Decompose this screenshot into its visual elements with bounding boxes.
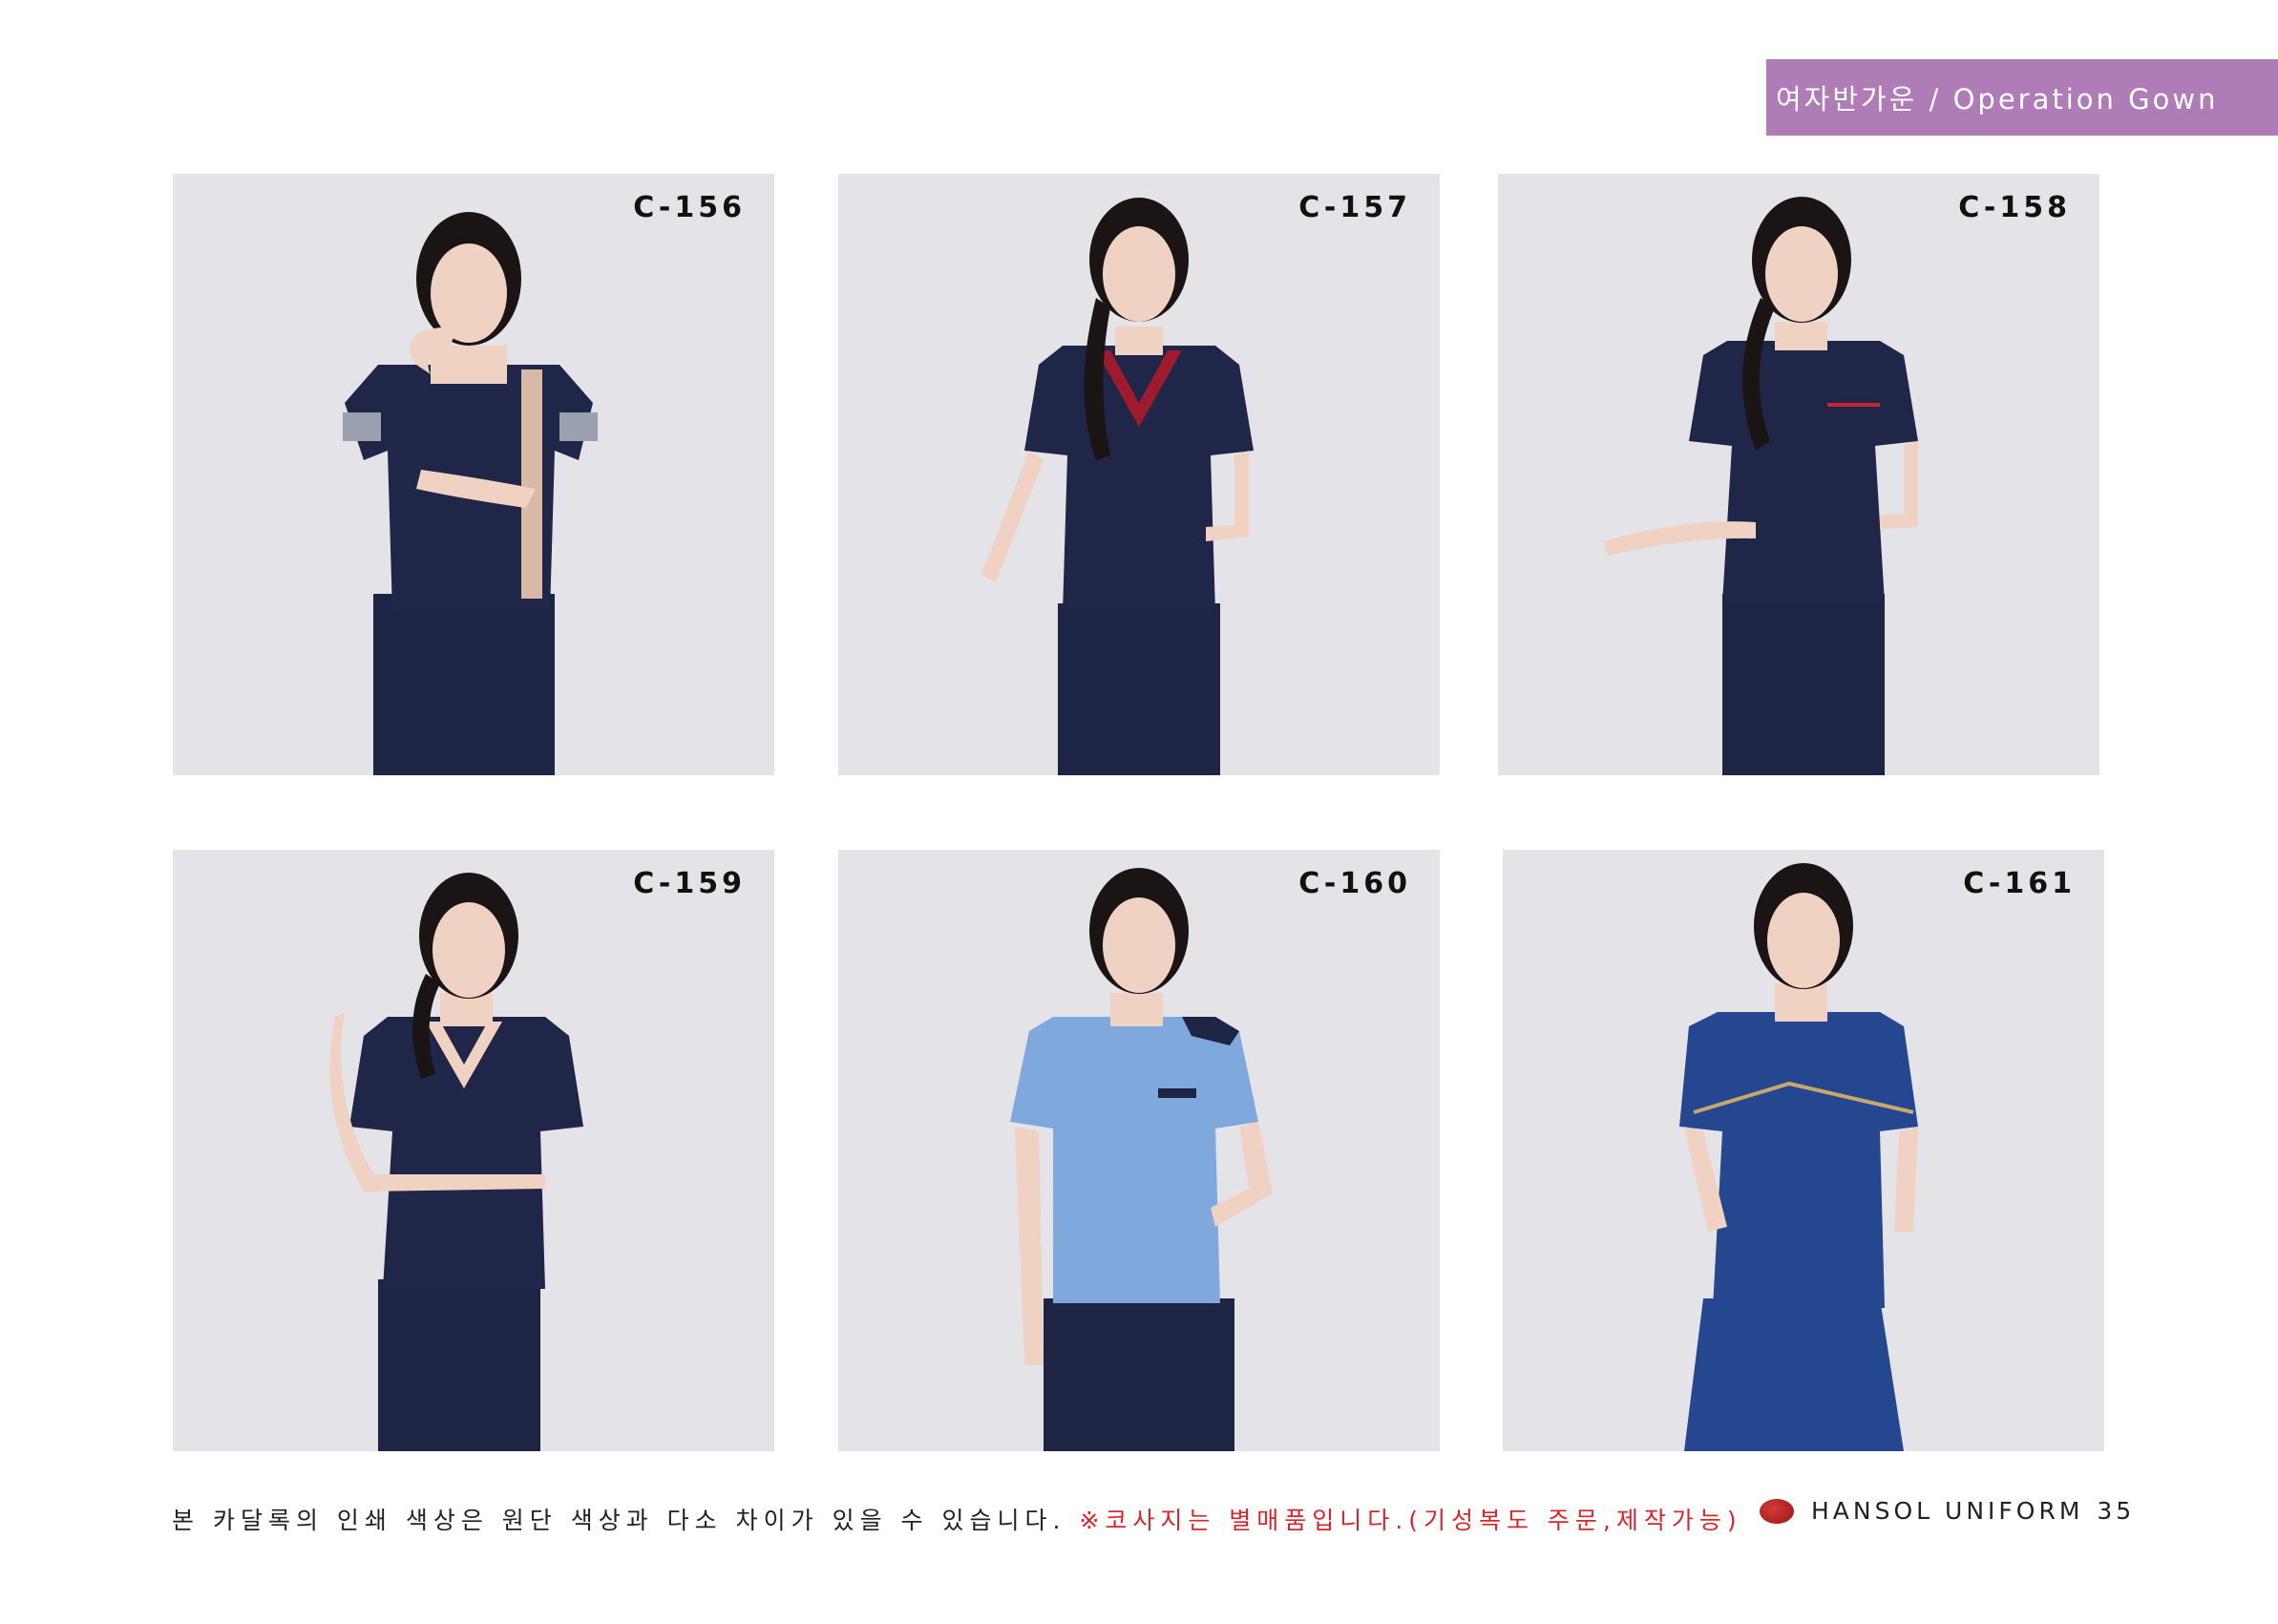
brand-footer: HANSOL UNIFORM 35 xyxy=(1760,1497,2135,1525)
product-code: C-159 xyxy=(633,867,746,900)
page-number: 35 xyxy=(2097,1497,2136,1525)
model-photo xyxy=(343,212,598,775)
product-panel-c161: C-161 xyxy=(1503,850,2104,1451)
product-panel-c159: C-159 xyxy=(173,850,774,1451)
product-panel-c160: C-160 xyxy=(838,850,1440,1451)
model-photo xyxy=(1010,868,1273,1451)
product-code: C-156 xyxy=(633,191,746,224)
category-tab: 여자반가운 / Operation Gown xyxy=(1766,59,2278,136)
product-panel-c158: C-158 xyxy=(1498,174,2099,775)
corsage-warning: ※코사지는 별매품입니다.(기성복도 주문,제작가능) xyxy=(1079,1507,1742,1534)
model-photo xyxy=(1679,863,1918,1451)
model-photo xyxy=(1603,197,1918,775)
product-code: C-157 xyxy=(1298,191,1411,224)
model-photo xyxy=(981,198,1254,775)
product-panel-c157: C-157 xyxy=(838,174,1440,775)
brand-logo-icon xyxy=(1760,1498,1794,1524)
print-color-disclaimer: 본 카달록의 인쇄 색상은 원단 색상과 다소 차이가 있을 수 있습니다. xyxy=(172,1507,1066,1534)
product-code: C-158 xyxy=(1958,191,2071,224)
product-panel-c156: C-156 xyxy=(173,174,774,775)
brand-name: HANSOL UNIFORM xyxy=(1811,1497,2084,1525)
product-code: C-161 xyxy=(1963,867,2076,900)
category-label: 여자반가운 / Operation Gown xyxy=(1776,83,2219,116)
footer-note: 본 카달록의 인쇄 색상은 원단 색상과 다소 차이가 있을 수 있습니다. ※… xyxy=(172,1502,1742,1536)
model-photo xyxy=(329,873,583,1451)
product-code: C-160 xyxy=(1298,867,1411,900)
